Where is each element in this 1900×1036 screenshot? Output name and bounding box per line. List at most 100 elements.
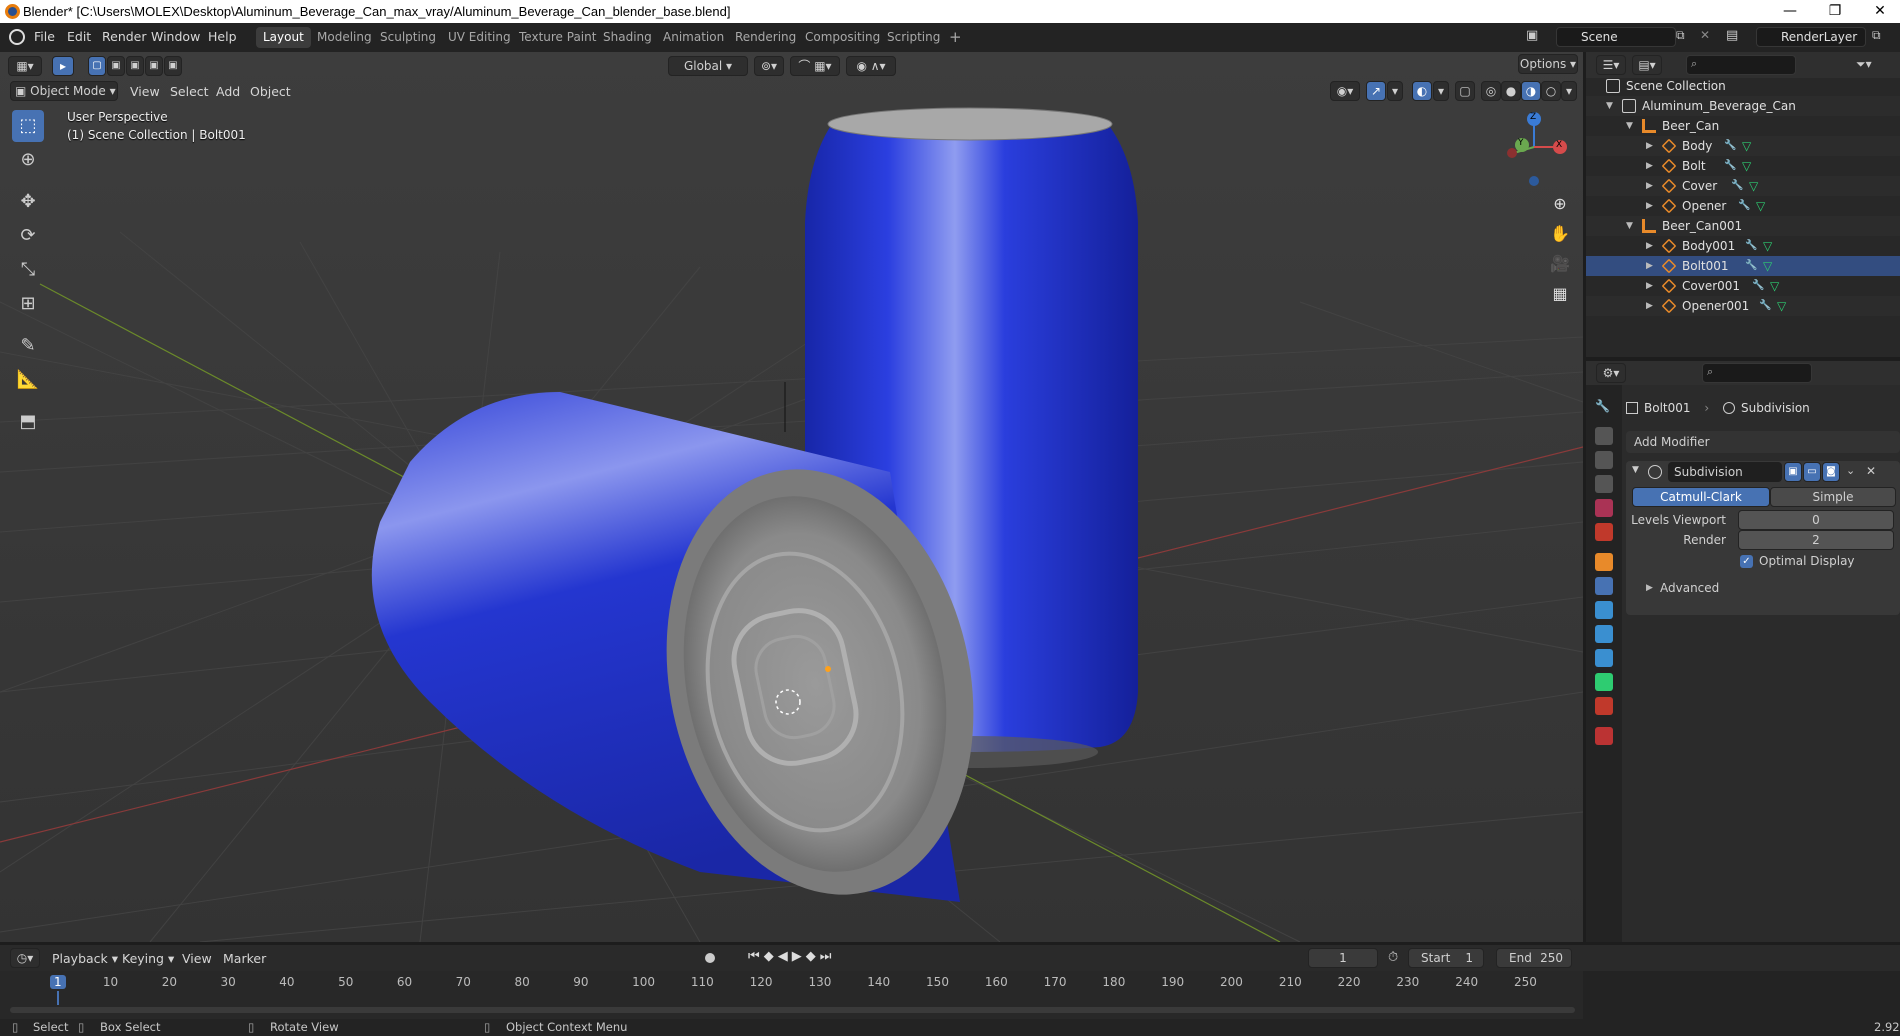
pan-hand-icon[interactable]: ✋ — [1548, 224, 1572, 248]
new-view-layer-icon[interactable]: ⧉ — [1872, 28, 1892, 43]
tab-rendering[interactable]: Rendering — [728, 27, 803, 48]
end-frame-field[interactable]: End 250 — [1496, 948, 1572, 968]
rendered-shading-icon[interactable]: ○ — [1541, 81, 1561, 101]
wireframe-shading-icon[interactable]: ◎ — [1481, 81, 1501, 101]
snap-icon[interactable]: ⌒ ▦▾ — [790, 56, 840, 76]
close-window-button[interactable]: ✕ — [1860, 1, 1900, 21]
mesh-data-icon[interactable]: ▽ — [1749, 176, 1758, 196]
transform-tool-icon[interactable]: ⊞ — [12, 288, 44, 320]
tab-compositing[interactable]: Compositing — [798, 27, 887, 48]
modifier-wrench-icon[interactable]: 🔧 — [1738, 196, 1750, 216]
maximize-button[interactable]: ❐ — [1815, 1, 1855, 21]
render-levels-field[interactable]: 2 — [1738, 530, 1894, 550]
levels-viewport-field[interactable]: 0 — [1738, 510, 1894, 530]
auto-keying-icon[interactable] — [705, 953, 715, 963]
add-modifier-button[interactable]: Add Modifier — [1626, 431, 1900, 453]
outliner-row[interactable]: ▶ Body001 🔧 ▽ — [1586, 236, 1900, 256]
display-mode-icon[interactable]: ▤▾ — [1632, 55, 1662, 75]
transform-orientation-dropdown[interactable]: Global ▾ — [668, 56, 748, 76]
collapse-panel-icon[interactable]: ▼ — [1632, 465, 1639, 475]
modifier-wrench-icon[interactable]: 🔧 — [1724, 136, 1736, 156]
modifier-wrench-icon[interactable]: 🔧 — [1752, 276, 1764, 296]
preview-range-icon[interactable]: ⏱ — [1388, 950, 1398, 965]
menu-help[interactable]: Help — [208, 29, 237, 44]
outliner-search-input[interactable] — [1686, 55, 1796, 75]
mesh-data-icon[interactable]: ▽ — [1763, 256, 1772, 276]
visibility-icon[interactable]: ◉▾ — [1330, 81, 1360, 101]
outliner-row[interactable]: ▶ Cover001 🔧 ▽ — [1586, 276, 1900, 296]
texture-tab-icon[interactable] — [1595, 727, 1613, 745]
zoom-icon[interactable]: ⊕ — [1548, 194, 1572, 218]
xray-icon[interactable]: ▢ — [1455, 81, 1475, 101]
outliner-row[interactable]: ▼ Aluminum_Beverage_Can — [1586, 96, 1900, 116]
cursor-tool-icon[interactable]: ⊕ — [12, 144, 44, 176]
playhead-line[interactable] — [57, 991, 59, 1005]
navigation-gizmo[interactable]: Z X Y — [1500, 107, 1570, 187]
modifier-tab-icon[interactable] — [1595, 577, 1613, 595]
material-shading-icon[interactable]: ◑ — [1521, 81, 1541, 101]
solid-shading-icon[interactable]: ● — [1501, 81, 1521, 101]
menu-select[interactable]: Select — [170, 84, 209, 99]
outliner-row[interactable]: ▶ Opener001 🔧 ▽ — [1586, 296, 1900, 316]
timeline-editor-type-icon[interactable]: ◷▾ — [10, 948, 40, 968]
modifier-wrench-icon[interactable]: 🔧 — [1745, 256, 1757, 276]
scene-tab-icon[interactable] — [1595, 499, 1613, 517]
expand-icon[interactable]: ▶ — [1646, 296, 1653, 316]
menu-timeline-view[interactable]: View — [182, 951, 212, 966]
outliner-row-scene-collection[interactable]: Scene Collection — [1586, 76, 1900, 96]
expand-icon[interactable]: ▶ — [1646, 136, 1653, 156]
world-tab-icon[interactable] — [1595, 523, 1613, 541]
shading-dropdown-icon[interactable]: ▾ — [1561, 81, 1577, 101]
scale-tool-icon[interactable]: ⤡ — [12, 254, 44, 286]
expand-icon[interactable]: ▶ — [1646, 156, 1653, 176]
mesh-data-icon[interactable]: ▽ — [1742, 156, 1751, 176]
new-scene-icon[interactable]: ⧉ — [1676, 28, 1696, 43]
view-layer-tab-icon[interactable] — [1595, 475, 1613, 493]
particles-tab-icon[interactable] — [1595, 601, 1613, 619]
mode-dropdown[interactable]: ▣ Object Mode ▾ — [10, 81, 118, 101]
advanced-section[interactable]: Advanced — [1660, 581, 1719, 595]
view-layer-icon[interactable]: ▤ — [1726, 28, 1746, 43]
timeline-scrollbar[interactable] — [10, 1007, 1575, 1013]
tool-tab-icon[interactable]: 🔧 — [1595, 399, 1613, 417]
tab-layout[interactable]: Layout — [256, 27, 311, 48]
simple-button[interactable]: Simple — [1770, 487, 1896, 507]
scene-browse-icon[interactable]: ▣ — [1526, 28, 1546, 46]
properties-editor-type-icon[interactable]: ⚙▾ — [1596, 363, 1626, 383]
select-mode-subtract-icon[interactable]: ▣ — [126, 56, 144, 76]
outliner-row[interactable]: ▼ Beer_Can — [1586, 116, 1900, 136]
measure-tool-icon[interactable]: 📐 — [12, 364, 44, 396]
expand-icon[interactable]: ▶ — [1646, 236, 1653, 256]
editor-type-button[interactable]: ▦▾ — [8, 56, 42, 76]
modifier-wrench-icon[interactable]: 🔧 — [1724, 156, 1736, 176]
outliner-row[interactable]: ▼ Beer_Can001 — [1586, 216, 1900, 236]
data-tab-icon[interactable] — [1595, 673, 1613, 691]
modifier-name-input[interactable]: Subdivision — [1668, 462, 1782, 482]
delete-scene-icon[interactable]: ✕ — [1700, 28, 1716, 42]
material-tab-icon[interactable] — [1595, 697, 1613, 715]
add-workspace-button[interactable]: + — [942, 27, 969, 48]
properties-search-input[interactable] — [1702, 363, 1812, 383]
outliner-row[interactable]: ▶ Bolt 🔧 ▽ — [1586, 156, 1900, 176]
physics-tab-icon[interactable] — [1595, 625, 1613, 643]
playback-controls[interactable]: ⏮◆◀▶◆⏭ — [748, 949, 835, 964]
outliner-editor-type-icon[interactable]: ☰▾ — [1596, 55, 1626, 75]
modifier-wrench-icon[interactable]: 🔧 — [1745, 236, 1757, 256]
render-tab-icon[interactable] — [1595, 427, 1613, 445]
outliner-row[interactable]: ▶ Cover 🔧 ▽ — [1586, 176, 1900, 196]
tab-scripting[interactable]: Scripting — [880, 27, 947, 48]
mesh-data-icon[interactable]: ▽ — [1742, 136, 1751, 156]
mesh-data-icon[interactable]: ▽ — [1763, 236, 1772, 256]
move-tool-icon[interactable]: ✥ — [12, 186, 44, 218]
mesh-data-icon[interactable]: ▽ — [1756, 196, 1765, 216]
proportional-edit-icon[interactable]: ◉ ∧▾ — [846, 56, 896, 76]
menu-object[interactable]: Object — [250, 84, 291, 99]
outliner-row[interactable]: ▶ Bolt001 🔧 ▽ — [1586, 256, 1900, 276]
mesh-data-icon[interactable]: ▽ — [1770, 276, 1779, 296]
outliner-row[interactable]: ▶ Opener 🔧 ▽ — [1586, 196, 1900, 216]
tab-texture-paint[interactable]: Texture Paint — [512, 27, 603, 48]
menu-file[interactable]: File — [34, 29, 55, 44]
menu-add[interactable]: Add — [216, 84, 240, 99]
select-mode-intersect-icon[interactable]: ▣ — [164, 56, 182, 76]
select-mode-extend-icon[interactable]: ▣ — [107, 56, 125, 76]
